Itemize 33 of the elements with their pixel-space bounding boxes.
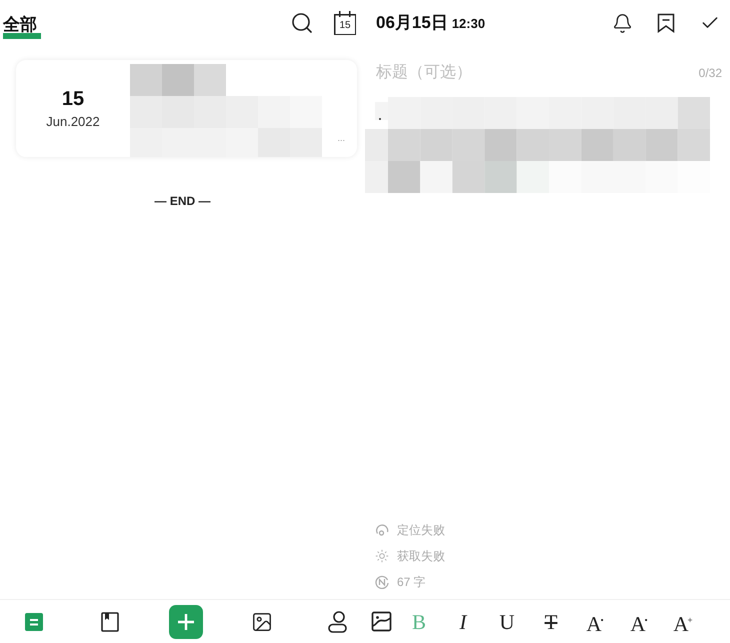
plus-icon [178,614,194,630]
title-field[interactable]: 标题（可选） [376,61,699,85]
format-button[interactable]: I [456,608,470,634]
add-button[interactable] [169,604,203,638]
note-date: 06月15日 [376,12,448,34]
profile-icon[interactable] [328,610,348,632]
sun-icon [375,549,389,563]
location-icon [375,523,389,537]
note-day: 15 [62,87,84,111]
image-icon[interactable] [251,610,273,632]
title-counter: 0/32 [698,65,722,81]
bookmark-icon[interactable] [657,13,675,33]
note-card[interactable]: 15 Jun.2022 ... [16,60,357,157]
insert-image-icon[interactable] [370,611,392,632]
location-status-text: 定位失败 [397,522,445,538]
notes-icon[interactable] [24,612,44,632]
book-icon[interactable] [101,612,119,632]
format-button[interactable]: A$^{•}$ [627,606,651,636]
reminder-bell-icon[interactable] [612,12,633,34]
note-time: 12:30 [452,15,486,33]
word-count-text: 67 字 [397,574,426,590]
format-button[interactable]: A$^{+}$ [670,606,696,636]
format-button[interactable]: U [496,608,518,634]
more-text: ... [337,133,345,143]
end-marker: — END — [154,193,210,209]
search-icon[interactable] [290,11,314,35]
word-count-icon [375,575,389,589]
weather-status-text: 获取失败 [397,548,445,564]
format-button[interactable]: T [542,608,560,634]
all-tab[interactable]: 全部 [3,14,41,38]
calendar-button[interactable]: 15 [334,11,356,35]
note-month-year: Jun.2022 [46,114,100,130]
format-button[interactable]: A$^{•}$ [583,606,607,636]
